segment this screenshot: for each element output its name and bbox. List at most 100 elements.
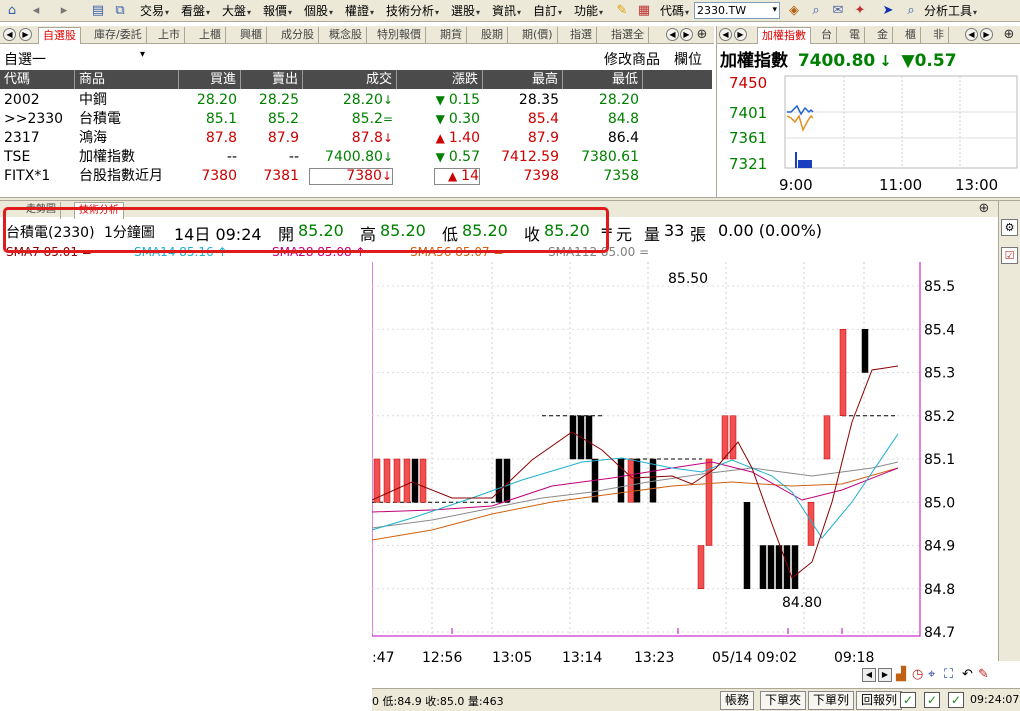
- tab-index-options[interactable]: 指選: [566, 27, 597, 44]
- tab-listed[interactable]: 上市: [154, 27, 185, 44]
- print-icon[interactable]: ▤: [90, 3, 106, 19]
- watch-next-icon[interactable]: ▶: [680, 28, 693, 41]
- watchlist-column-headers: 代碼 商品 買進 賣出 成交 漲跌 最高 最低: [0, 70, 712, 89]
- col-name[interactable]: 商品: [75, 70, 179, 89]
- group-dropdown-icon[interactable]: ▾: [140, 49, 145, 60]
- account-button[interactable]: 帳務: [720, 691, 755, 710]
- tab-emerging[interactable]: 興櫃: [236, 27, 267, 44]
- menu-custom[interactable]: 自訂: [533, 3, 562, 19]
- index-prev-icon[interactable]: ◀: [719, 28, 732, 41]
- col-change[interactable]: 漲跌: [397, 70, 483, 89]
- cell-change: ▼ 0.30: [401, 110, 480, 129]
- draw-icon[interactable]: ✎: [978, 667, 989, 682]
- menu-info[interactable]: 資訊: [492, 3, 521, 19]
- tab-otc[interactable]: 上櫃: [195, 27, 226, 44]
- tab-special-quote[interactable]: 特別報價: [373, 27, 426, 44]
- check-toggle-2[interactable]: ✓: [924, 692, 940, 708]
- tab-inventory[interactable]: 庫存/委託: [90, 27, 147, 44]
- clock-icon[interactable]: ◷: [912, 667, 923, 682]
- watchlist-row[interactable]: FITX*1 台股指數近月 7380 7381 7380↓ ▲ 14 7398 7358: [0, 167, 712, 186]
- menu-analysis-tools[interactable]: 分析工具: [924, 3, 977, 19]
- cell-change-value: 14: [461, 168, 479, 184]
- check-toggle-1[interactable]: ✓: [900, 692, 916, 708]
- menu-trade[interactable]: 交易: [140, 3, 169, 19]
- cell-last-value: 85.2: [351, 111, 383, 127]
- watchlist-row[interactable]: 2317 鴻海 87.8 87.9 87.8↓ ▲ 1.40 87.9 86.4: [0, 129, 712, 148]
- index-tab-taiex[interactable]: 加權指數: [757, 27, 811, 44]
- tab-futures-price[interactable]: 期(價): [518, 27, 558, 44]
- tab-components[interactable]: 成分股: [277, 27, 319, 44]
- watchlist-row[interactable]: 2002 中鋼 28.20 28.25 28.20↓ ▼ 0.15 28.35 28.20: [0, 91, 712, 110]
- modify-button[interactable]: 修改商品: [604, 49, 660, 69]
- col-last[interactable]: 成交: [303, 70, 397, 89]
- search-icon[interactable]: ⌕: [808, 3, 824, 19]
- col-high[interactable]: 最高: [483, 70, 563, 89]
- menu-functions[interactable]: 功能: [574, 3, 603, 19]
- menu-warrant[interactable]: 權證: [345, 3, 374, 19]
- pencil-icon[interactable]: ✎: [614, 3, 630, 19]
- chart-type-icon[interactable]: ▟: [896, 667, 906, 682]
- code-label: 代碼: [660, 3, 689, 19]
- col-ask[interactable]: 賣出: [241, 70, 303, 89]
- index-tab-otc[interactable]: 櫃: [901, 27, 921, 44]
- col-bid[interactable]: 買進: [179, 70, 241, 89]
- menu-screener[interactable]: 選股: [451, 3, 480, 19]
- watchlist-row[interactable]: >>2330 台積電 85.1 85.2 85.2= ▼ 0.30 85.4 84.8: [0, 110, 712, 129]
- alert-icon[interactable]: ✉: [830, 3, 846, 19]
- code-input[interactable]: 2330.TW: [694, 2, 780, 19]
- tabs-prev-icon[interactable]: ◀: [3, 28, 16, 41]
- candle-bar: [585, 415, 593, 460]
- tools-icon[interactable]: ✦: [852, 3, 868, 19]
- analysis-search-icon[interactable]: ⌕: [903, 3, 919, 19]
- watchlist-row[interactable]: TSE 加權指數 -- -- 7400.80↓ ▼ 0.57 7412.59 7380.61: [0, 148, 712, 167]
- index-scroll-next-icon[interactable]: ▶: [980, 28, 993, 41]
- report-bar-button[interactable]: 回報列: [856, 691, 903, 710]
- index-tab-nonfin[interactable]: 非: [929, 27, 949, 44]
- index-next-icon[interactable]: ▶: [734, 28, 747, 41]
- group-select[interactable]: 自選一: [4, 49, 46, 69]
- quote-icon[interactable]: ◈: [786, 3, 802, 19]
- index-scroll-prev-icon[interactable]: ◀: [965, 28, 978, 41]
- index-zoom-icon[interactable]: ⊕: [1001, 27, 1017, 43]
- menu-watch[interactable]: 看盤: [181, 3, 210, 19]
- menu-quote[interactable]: 報價: [263, 3, 292, 19]
- cell-bid: 7380: [201, 168, 237, 184]
- menu-market[interactable]: 大盤: [222, 3, 251, 19]
- checklist-icon[interactable]: ☑: [1001, 247, 1018, 264]
- home-icon[interactable]: ⌂: [4, 3, 20, 19]
- menu-stock[interactable]: 個股: [304, 3, 333, 19]
- menu-tech-analysis[interactable]: 技術分析: [386, 3, 439, 19]
- tab-index-options-all[interactable]: 指選全: [607, 27, 649, 44]
- zoom-icon[interactable]: ⊕: [694, 27, 710, 43]
- scroll-left-icon[interactable]: ◀: [862, 668, 876, 682]
- back-icon[interactable]: ◂: [28, 3, 44, 19]
- watch-prev-icon[interactable]: ◀: [666, 28, 679, 41]
- columns-button[interactable]: 欄位: [674, 49, 702, 69]
- crosshair-icon[interactable]: ⌖: [928, 667, 935, 682]
- cell-bid: --: [226, 149, 237, 165]
- tab-stock-futures[interactable]: 股期: [477, 27, 508, 44]
- window-icon[interactable]: ⧉: [112, 3, 128, 19]
- index-tab-fin[interactable]: 金: [873, 27, 893, 44]
- candle-bar: [419, 458, 427, 503]
- calendar-icon[interactable]: ▦: [636, 3, 652, 19]
- order-folder-button[interactable]: 下單夾: [760, 691, 807, 710]
- quote-unit: 元: [616, 225, 633, 244]
- tab-watchlist[interactable]: 自選股: [38, 27, 81, 44]
- index-tab-elec[interactable]: 電: [845, 27, 865, 44]
- cursor-icon[interactable]: ➤: [880, 3, 896, 19]
- col-low[interactable]: 最低: [563, 70, 643, 89]
- fit-icon[interactable]: ⛶: [944, 667, 953, 682]
- tab-concepts[interactable]: 概念股: [325, 27, 367, 44]
- settings-icon[interactable]: ⚙: [1001, 219, 1018, 236]
- check-toggle-3[interactable]: ✓: [948, 692, 964, 708]
- undo-icon[interactable]: ↶: [962, 667, 973, 682]
- chart-zoom-icon[interactable]: ⊕: [976, 201, 992, 217]
- tabs-next-icon[interactable]: ▶: [19, 28, 32, 41]
- scroll-right-icon[interactable]: ▶: [878, 668, 892, 682]
- order-bar-button[interactable]: 下單列: [808, 691, 855, 710]
- col-code[interactable]: 代碼: [0, 70, 75, 89]
- index-tab-tw[interactable]: 台: [817, 27, 837, 44]
- tab-futures[interactable]: 期貨: [436, 27, 467, 44]
- forward-icon[interactable]: ▸: [56, 3, 72, 19]
